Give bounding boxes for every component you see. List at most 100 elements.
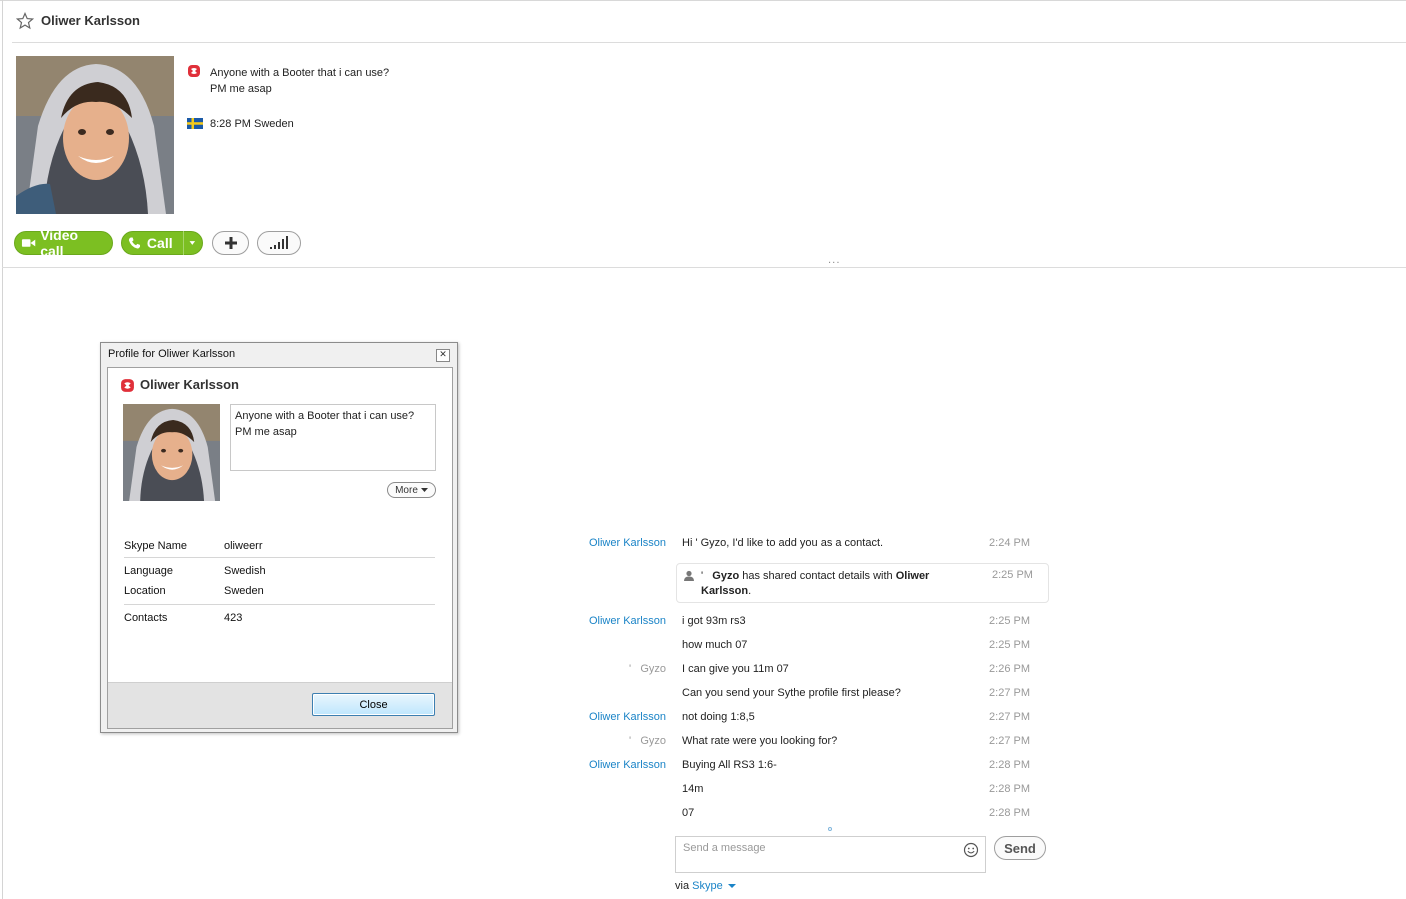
via-label: via bbox=[675, 880, 690, 892]
shared-contact-card[interactable]: ' Gyzo has shared contact details with O… bbox=[676, 563, 1049, 603]
via-service-link[interactable]: Skype bbox=[692, 880, 723, 892]
field-divider bbox=[124, 557, 435, 558]
dialog-footer: Close bbox=[108, 682, 452, 728]
chevron-down-icon[interactable] bbox=[727, 883, 736, 889]
field-divider bbox=[124, 604, 435, 605]
contact-avatar[interactable] bbox=[16, 56, 174, 214]
message-row: 07 2:28 PM bbox=[580, 807, 1040, 827]
message-time: 2:25 PM bbox=[989, 639, 1030, 651]
dialog-mood-line-2: PM me asap bbox=[235, 426, 297, 438]
message-sender[interactable]: Oliwer Karlsson bbox=[589, 537, 666, 549]
message-row: ' Gyzo What rate were you looking for? 2… bbox=[580, 735, 1040, 755]
person-icon bbox=[684, 570, 694, 581]
skype-status-icon bbox=[188, 65, 200, 77]
favorite-star-icon[interactable] bbox=[16, 12, 34, 30]
phone-icon bbox=[128, 237, 140, 249]
message-sender[interactable]: Oliwer Karlsson bbox=[589, 759, 666, 771]
message-sender[interactable]: ' Gyzo bbox=[629, 663, 666, 675]
message-text: 07 bbox=[682, 807, 695, 819]
shared-prefix: ' bbox=[701, 570, 704, 582]
sweden-flag-icon bbox=[187, 118, 203, 129]
window-top-edge bbox=[0, 0, 1406, 1]
message-time: 2:24 PM bbox=[989, 537, 1030, 549]
message-time: 2:25 PM bbox=[989, 615, 1030, 627]
message-time: 2:27 PM bbox=[989, 711, 1030, 723]
dialog-mood-box: Anyone with a Booter that i can use? PM … bbox=[230, 404, 436, 471]
send-button[interactable]: Send bbox=[994, 836, 1046, 860]
video-call-label: Video call bbox=[40, 227, 79, 259]
message-text: not doing 1:8,5 bbox=[682, 711, 755, 723]
field-label: Location bbox=[124, 585, 166, 597]
message-sender[interactable]: Oliwer Karlsson bbox=[589, 711, 666, 723]
message-sender[interactable]: ' Gyzo bbox=[629, 735, 666, 747]
shared-from: Gyzo bbox=[712, 570, 740, 582]
mood-message: Anyone with a Booter that i can use? PM … bbox=[210, 65, 389, 97]
message-sender[interactable]: Oliwer Karlsson bbox=[589, 615, 666, 627]
dialog-content: Oliwer Karlsson Anyone with a Booter tha… bbox=[107, 367, 453, 729]
message-time: 2:27 PM bbox=[989, 687, 1030, 699]
message-time: 2:26 PM bbox=[989, 663, 1030, 675]
typing-indicator-dot bbox=[828, 827, 832, 831]
more-button[interactable]: More bbox=[387, 482, 436, 498]
message-text: 14m bbox=[682, 783, 704, 795]
header-divider bbox=[12, 42, 1406, 43]
dialog-mood-line-1: Anyone with a Booter that i can use? bbox=[235, 410, 415, 422]
plus-icon bbox=[224, 237, 237, 249]
shared-middle: has shared contact details with bbox=[739, 570, 896, 582]
field-label: Contacts bbox=[124, 612, 168, 624]
chevron-down-icon bbox=[420, 487, 428, 492]
via-row: via Skype bbox=[675, 880, 736, 892]
field-value: oliweerr bbox=[224, 540, 263, 552]
field-label: Skype Name bbox=[124, 540, 187, 552]
message-text: Hi ' Gyzo, I'd like to add you as a cont… bbox=[682, 537, 884, 549]
profile-dialog: Profile for Oliwer Karlsson ✕ Oliwer Kar… bbox=[100, 342, 458, 733]
call-button[interactable]: Call bbox=[121, 231, 203, 255]
more-label: More bbox=[395, 484, 418, 496]
message-text: i got 93m rs3 bbox=[682, 615, 746, 627]
mood-line-1: Anyone with a Booter that i can use? bbox=[210, 67, 390, 79]
video-camera-icon bbox=[21, 239, 36, 247]
signal-bars-icon bbox=[270, 236, 288, 249]
skype-status-icon bbox=[121, 379, 134, 392]
field-value: Sweden bbox=[224, 585, 264, 597]
close-button[interactable]: Close bbox=[312, 693, 435, 716]
message-time: 2:27 PM bbox=[989, 735, 1030, 747]
contact-local-time: 8:28 PM Sweden bbox=[210, 118, 294, 130]
message-text: Can you send your Sythe profile first pl… bbox=[682, 687, 901, 699]
shared-suffix: . bbox=[748, 585, 752, 597]
message-text: I can give you 11m 07 bbox=[682, 663, 789, 675]
dialog-close-icon[interactable]: ✕ bbox=[436, 349, 450, 362]
message-row: Oliwer Karlsson Buying All RS3 1:6- 2:28… bbox=[580, 759, 1040, 779]
message-row: Can you send your Sythe profile first pl… bbox=[580, 687, 1040, 707]
contact-name-title: Oliwer Karlsson bbox=[41, 13, 140, 28]
message-time: 2:25 PM bbox=[992, 569, 1033, 581]
message-row: 14m 2:28 PM bbox=[580, 783, 1040, 803]
dialog-avatar bbox=[123, 404, 220, 501]
message-text: Buying All RS3 1:6- bbox=[682, 759, 777, 771]
emoticon-icon[interactable] bbox=[963, 842, 979, 858]
field-label: Language bbox=[124, 565, 173, 577]
message-row: how much 07 2:25 PM bbox=[580, 639, 1040, 659]
message-row: Oliwer Karlsson Hi ' Gyzo, I'd like to a… bbox=[580, 537, 1040, 557]
field-value: 423 bbox=[224, 612, 243, 624]
header-bottom-divider bbox=[2, 267, 1406, 268]
window-left-edge bbox=[2, 0, 3, 899]
field-value: Swedish bbox=[224, 565, 266, 577]
add-people-button[interactable] bbox=[212, 231, 249, 255]
chevron-down-icon[interactable] bbox=[184, 238, 202, 248]
message-time: 2:28 PM bbox=[989, 759, 1030, 771]
message-row: Oliwer Karlsson not doing 1:8,5 2:27 PM bbox=[580, 711, 1040, 731]
message-row: Oliwer Karlsson i got 93m rs3 2:25 PM bbox=[580, 615, 1040, 635]
message-input[interactable]: Send a message bbox=[675, 836, 986, 873]
dialog-contact-name: Oliwer Karlsson bbox=[140, 377, 239, 392]
message-row: ' Gyzo I can give you 11m 07 2:26 PM bbox=[580, 663, 1040, 683]
message-input-placeholder: Send a message bbox=[683, 842, 766, 854]
message-time: 2:28 PM bbox=[989, 783, 1030, 795]
video-call-button[interactable]: Video call bbox=[14, 227, 113, 259]
message-time: 2:28 PM bbox=[989, 807, 1030, 819]
call-quality-button[interactable] bbox=[257, 231, 301, 255]
message-text: how much 07 bbox=[682, 639, 748, 651]
dialog-title: Profile for Oliwer Karlsson bbox=[108, 348, 236, 360]
message-text: What rate were you looking for? bbox=[682, 735, 838, 747]
mood-line-2: PM me asap bbox=[210, 83, 272, 95]
